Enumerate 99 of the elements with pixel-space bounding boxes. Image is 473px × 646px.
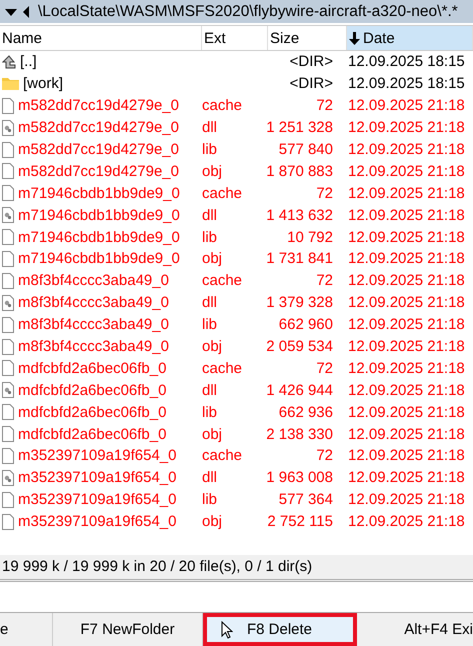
- file-name[interactable]: m352397109a19f654_0: [18, 469, 176, 486]
- file-size: 72: [316, 272, 333, 290]
- file-date: 12.09.2025 21:18: [348, 141, 465, 158]
- file-date: 12.09.2025 21:18: [348, 338, 465, 356]
- file-size: 577 840: [278, 141, 333, 158]
- file-name[interactable]: [..]: [20, 53, 37, 70]
- file-name[interactable]: [work]: [23, 75, 64, 92]
- file-date: 12.09.2025 21:18: [348, 469, 465, 486]
- file-size: 577 364: [278, 491, 333, 508]
- file-extension: cache: [202, 272, 242, 290]
- file-name[interactable]: m352397109a19f654_0: [18, 513, 176, 530]
- dropdown-arrow-icon[interactable]: [4, 6, 18, 16]
- file-name[interactable]: m71946cbdb1bb9de9_0: [18, 206, 180, 224]
- file-name[interactable]: m582dd7cc19d4279e_0: [18, 119, 179, 136]
- file-size: <DIR>: [290, 75, 333, 92]
- file-name[interactable]: m71946cbdb1bb9de9_0: [18, 250, 180, 268]
- file-date: 12.09.2025 21:18: [348, 513, 465, 530]
- file-size: 1 251 328: [266, 119, 333, 136]
- file-size: 1 426 944: [266, 382, 333, 399]
- file-size: 10 792: [287, 228, 333, 246]
- file-size: 2 752 115: [267, 513, 333, 530]
- file-size: 72: [316, 97, 333, 114]
- file-extension: dll: [202, 119, 218, 136]
- file-extension: cache: [202, 360, 242, 377]
- file-date: 12.09.2025 21:18: [348, 316, 465, 334]
- file-extension: dll: [202, 382, 218, 399]
- file-date: 12.09.2025 21:18: [348, 97, 465, 114]
- file-name[interactable]: m582dd7cc19d4279e_0: [18, 141, 179, 158]
- file-size: 662 960: [278, 316, 333, 334]
- file-date: 12.09.2025 21:18: [348, 184, 465, 202]
- back-arrow-icon[interactable]: [22, 4, 30, 18]
- file-name[interactable]: m8f3bf4cccc3aba49_0: [18, 294, 169, 312]
- mouse-cursor-icon: [221, 621, 233, 639]
- file-date: 12.09.2025 21:18: [348, 426, 465, 443]
- file-date: 12.09.2025 21:18: [348, 404, 465, 421]
- file-extension: lib: [202, 491, 218, 508]
- file-size: 72: [316, 360, 333, 377]
- file-extension: cache: [202, 97, 242, 114]
- file-size: 1 963 008: [266, 469, 333, 486]
- file-name[interactable]: mdfcbfd2a6bec06fb_0: [18, 426, 166, 443]
- file-name[interactable]: m8f3bf4cccc3aba49_0: [18, 272, 169, 290]
- file-date: 12.09.2025 18:15: [348, 53, 465, 70]
- file-extension: obj: [202, 426, 222, 443]
- file-name[interactable]: m71946cbdb1bb9de9_0: [18, 228, 180, 246]
- file-name[interactable]: m352397109a19f654_0: [18, 447, 176, 464]
- file-name[interactable]: m352397109a19f654_0: [18, 491, 176, 508]
- file-date: 12.09.2025 21:18: [348, 119, 465, 136]
- status-text: 19 999 k / 19 999 k in 20 / 20 file(s), 0 / 1 dir(s): [2, 558, 312, 576]
- file-name[interactable]: mdfcbfd2a6bec06fb_0: [18, 360, 166, 377]
- file-date: 12.09.2025 21:18: [348, 294, 465, 312]
- function-key-button[interactable]: F8 Delete: [203, 613, 357, 646]
- file-extension: obj: [202, 338, 222, 356]
- file-date: 12.09.2025 21:18: [348, 162, 465, 180]
- file-size: 1 379 328: [266, 294, 333, 312]
- file-name[interactable]: mdfcbfd2a6bec06fb_0: [18, 404, 166, 421]
- file-extension: dll: [202, 294, 218, 312]
- file-name[interactable]: m582dd7cc19d4279e_0: [18, 97, 179, 114]
- file-date: 12.09.2025 18:15: [348, 75, 465, 92]
- file-size: 2 138 330: [266, 426, 333, 443]
- file-extension: cache: [202, 184, 242, 202]
- file-name[interactable]: m8f3bf4cccc3aba49_0: [18, 316, 169, 334]
- file-size: 662 936: [278, 404, 333, 421]
- function-key-button[interactable]: e: [0, 613, 53, 646]
- file-date: 12.09.2025 21:18: [348, 382, 465, 399]
- file-name[interactable]: m582dd7cc19d4279e_0: [18, 162, 179, 180]
- file-name[interactable]: mdfcbfd2a6bec06fb_0: [18, 382, 166, 399]
- sort-arrow-icon: [349, 32, 360, 44]
- file-size: 72: [316, 447, 333, 464]
- up-folder-icon: [2, 54, 16, 69]
- file-size: 1 870 883: [266, 162, 333, 180]
- file-date: 12.09.2025 21:18: [348, 491, 465, 508]
- file-date: 12.09.2025 21:18: [348, 447, 465, 464]
- column-header[interactable]: Ext: [202, 26, 268, 50]
- folder-icon: [2, 77, 19, 90]
- file-extension: obj: [202, 513, 222, 530]
- file-size: 1 731 841: [266, 250, 333, 268]
- file-date: 12.09.2025 21:18: [348, 206, 465, 224]
- file-date: 12.09.2025 21:18: [348, 360, 465, 377]
- file-date: 12.09.2025 21:18: [348, 250, 465, 268]
- file-extension: lib: [202, 316, 218, 334]
- file-extension: dll: [202, 206, 218, 224]
- column-header[interactable]: Name: [0, 26, 202, 50]
- file-extension: lib: [202, 141, 218, 158]
- column-header[interactable]: Date: [347, 26, 473, 50]
- file-size: <DIR>: [290, 53, 333, 70]
- file-extension: obj: [202, 162, 222, 180]
- file-size: 72: [316, 184, 333, 202]
- file-extension: lib: [202, 228, 218, 246]
- file-extension: dll: [202, 469, 218, 486]
- file-extension: obj: [202, 250, 222, 268]
- file-size: 2 059 534: [266, 338, 333, 356]
- file-extension: lib: [202, 404, 218, 421]
- path-text: \LocalState\WASM\MSFS2020\flybywire-aircraft-a320-neo\*.*: [38, 2, 458, 20]
- file-extension: cache: [202, 447, 242, 464]
- file-date: 12.09.2025 21:18: [348, 228, 465, 246]
- file-size: 1 413 632: [266, 206, 333, 224]
- file-date: 12.09.2025 21:18: [348, 272, 465, 290]
- file-name[interactable]: m8f3bf4cccc3aba49_0: [18, 338, 169, 356]
- file-name[interactable]: m71946cbdb1bb9de9_0: [18, 184, 180, 202]
